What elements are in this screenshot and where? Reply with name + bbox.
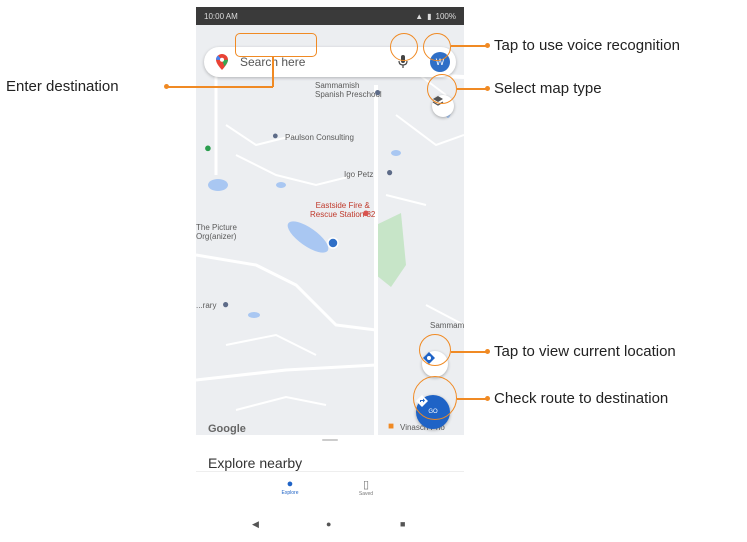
place-label-line: Sammamish — [315, 81, 360, 90]
status-time: 10:00 AM — [204, 11, 238, 21]
leader-line — [457, 88, 487, 90]
status-icons: ▲ ▮ 100% — [415, 12, 456, 21]
search-highlight — [235, 33, 317, 57]
leader-dot — [485, 86, 490, 91]
home-icon[interactable]: ● — [326, 519, 331, 529]
place-label[interactable]: Paulson Consulting — [285, 133, 354, 142]
bookmark-icon: ▯ — [362, 479, 370, 491]
explore-nearby-title[interactable]: Explore nearby — [208, 455, 302, 471]
recents-icon[interactable]: ■ — [400, 519, 405, 529]
callout-voice-recognition: Tap to use voice recognition — [494, 37, 680, 54]
place-label[interactable]: Sammamish Spanish Preschool — [315, 81, 382, 99]
leader-line — [451, 351, 487, 353]
leader-dot — [485, 396, 490, 401]
tab-label: Explore — [281, 490, 299, 496]
leader-dot — [164, 84, 169, 89]
callout-route: Check route to destination — [494, 390, 669, 407]
place-label[interactable]: Sammam... — [430, 321, 464, 330]
tab-label: Saved — [358, 491, 374, 497]
place-label[interactable]: Igo Petz — [344, 170, 373, 179]
tab-explore[interactable]: ● Explore — [270, 478, 310, 496]
callout-enter-destination: Enter destination — [6, 78, 119, 95]
go-highlight — [413, 376, 457, 420]
place-pin-icon[interactable]: ● — [374, 85, 381, 99]
place-label-line: The Picture — [196, 223, 237, 232]
tab-saved[interactable]: ▯ Saved — [346, 478, 386, 497]
battery-icon: ▮ — [427, 11, 432, 21]
leader-line — [457, 398, 487, 400]
avatar-highlight — [423, 33, 451, 61]
fire-station-pin-icon[interactable]: ● — [362, 205, 370, 220]
back-icon[interactable]: ◀ — [252, 519, 259, 530]
place-label[interactable]: ...rary — [196, 301, 216, 310]
layers-highlight — [427, 74, 457, 104]
battery-level: 100% — [435, 11, 456, 21]
leader-dot — [485, 349, 490, 354]
place-pin-icon[interactable]: ● — [222, 297, 229, 311]
location-highlight — [419, 334, 451, 366]
leader-line — [168, 86, 273, 88]
place-label-line: Spanish Preschool — [315, 90, 382, 99]
leader-line — [272, 56, 274, 87]
mic-highlight — [390, 33, 418, 61]
system-navigation-bar: ◀ ● ■ — [196, 509, 464, 537]
status-bar: 10:00 AM ▲ ▮ 100% — [196, 7, 464, 25]
callout-current-location: Tap to view current location — [494, 343, 676, 360]
sheet-handle[interactable] — [322, 439, 338, 441]
place-pin-icon[interactable]: ■ — [388, 421, 394, 432]
callout-map-type: Select map type — [494, 80, 602, 97]
place-pin-icon[interactable]: ● — [272, 130, 279, 142]
leader-dot — [485, 43, 490, 48]
bottom-navigation: ● Explore ▯ Saved — [196, 471, 464, 510]
signal-icon: ▲ — [415, 11, 424, 21]
place-label[interactable]: The Picture Org(anizer) — [196, 223, 237, 241]
place-pin-icon[interactable]: ● — [204, 140, 212, 155]
leader-line — [451, 45, 487, 47]
place-label-line: Org(anizer) — [196, 232, 237, 241]
google-logo: Google — [208, 423, 246, 435]
map-pin-icon: ● — [286, 478, 294, 490]
place-pin-icon[interactable]: ● — [386, 165, 393, 179]
